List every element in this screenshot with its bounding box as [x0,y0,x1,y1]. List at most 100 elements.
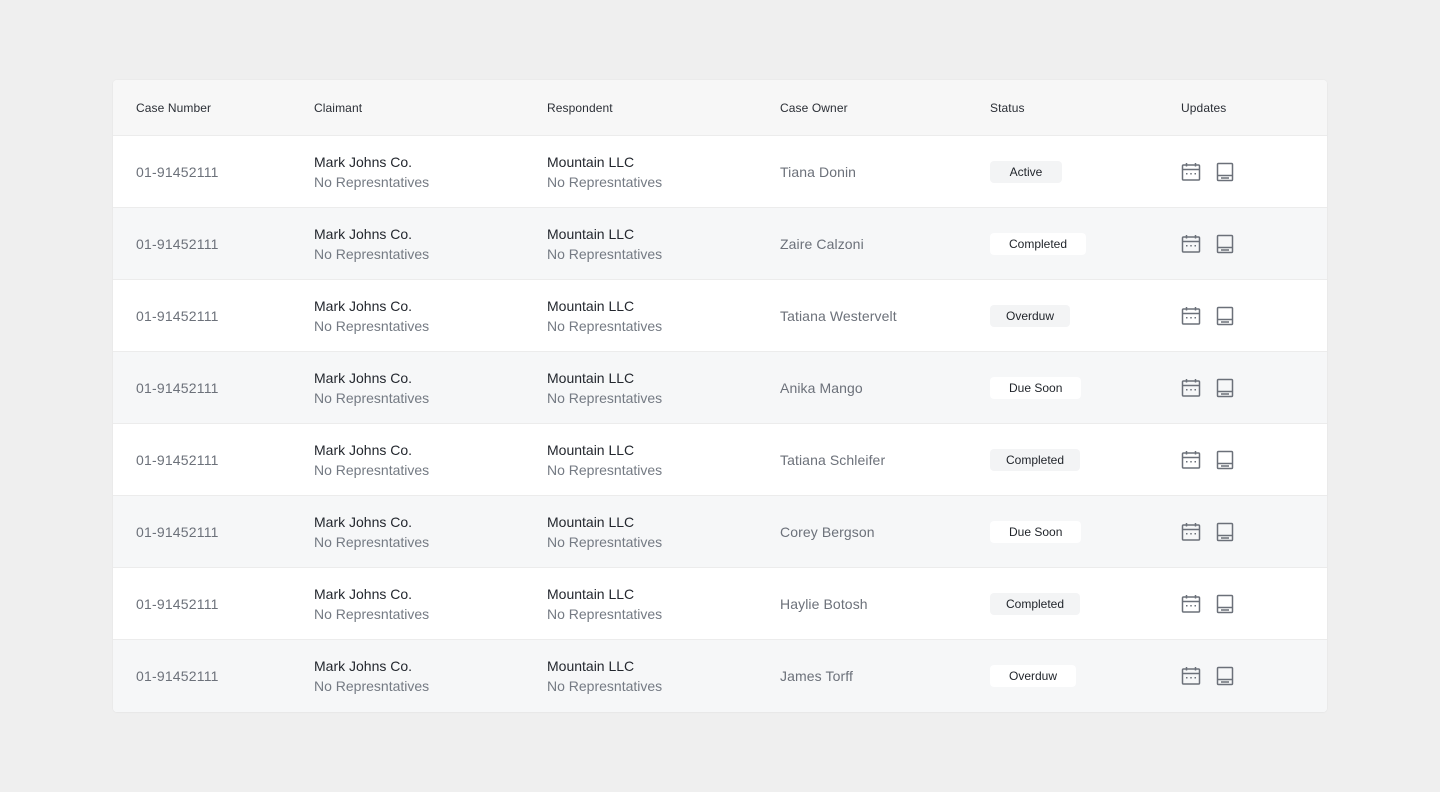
claimant-cell: Mark Johns Co. No Represntatives [314,656,547,696]
claimant-cell: Mark Johns Co. No Represntatives [314,584,547,624]
notes-icon[interactable] [1215,594,1235,614]
respondent-name: Mountain LLC [547,441,635,458]
status-badge: Overduw [990,304,1071,327]
notes-icon[interactable] [1215,666,1235,686]
respondent-cell: Mountain LLC No Represntatives [547,224,780,264]
claimant-name: Mark Johns Co. [314,441,413,458]
calendar-icon[interactable] [1181,522,1201,542]
calendar-icon[interactable] [1181,378,1201,398]
claimant-name: Mark Johns Co. [314,658,413,674]
updates-cell [1181,234,1327,254]
respondent-representatives: No Represntatives [547,678,663,694]
notes-icon[interactable] [1215,378,1235,398]
notes-icon[interactable] [1215,306,1235,326]
case-owner: James Torff [780,668,853,684]
status-badge: Completed [990,448,1081,471]
status-badge: Completed [990,592,1081,615]
status-cell: Due Soon [990,520,1181,543]
calendar-icon[interactable] [1181,234,1201,254]
status-cell: Completed [990,448,1181,471]
status-badge: Due Soon [990,520,1082,543]
table-header: Case Number Claimant Respondent Case Own… [113,80,1327,136]
cases-table: Case Number Claimant Respondent Case Own… [113,80,1327,712]
respondent-cell: Mountain LLC No Represntatives [547,512,780,552]
respondent-representatives: No Represntatives [547,173,663,190]
status-badge: Active [990,160,1062,183]
respondent-name: Mountain LLC [547,513,635,530]
header-status[interactable]: Status [990,101,1181,115]
case-number[interactable]: 01-91452111 [113,452,314,468]
case-owner: Haylie Botosh [780,595,868,612]
respondent-representatives: No Represntatives [547,533,663,550]
respondent-name: Mountain LLC [547,225,635,242]
respondent-name: Mountain LLC [547,297,635,314]
respondent-representatives: No Represntatives [547,317,663,334]
header-case-number[interactable]: Case Number [113,101,314,115]
notes-icon[interactable] [1215,162,1235,182]
respondent-representatives: No Represntatives [547,461,663,478]
table-row[interactable]: 01-91452111 Mark Johns Co. No Represntat… [113,280,1327,352]
case-number[interactable]: 01-91452111 [113,308,314,324]
header-case-owner[interactable]: Case Owner [780,101,990,115]
table-row[interactable]: 01-91452111 Mark Johns Co. No Represntat… [113,136,1327,208]
status-cell: Completed [990,232,1181,255]
claimant-name: Mark Johns Co. [314,585,413,602]
claimant-cell: Mark Johns Co. No Represntatives [314,512,547,552]
table-row[interactable]: 01-91452111 Mark Johns Co. No Represntat… [113,424,1327,496]
case-owner: Tatiana Westervelt [780,307,897,324]
case-number[interactable]: 01-91452111 [113,524,314,540]
header-claimant[interactable]: Claimant [314,101,547,115]
table-row[interactable]: 01-91452111 Mark Johns Co. No Represntat… [113,208,1327,280]
case-owner: Zaire Calzoni [780,235,864,252]
case-number[interactable]: 01-91452111 [113,596,314,612]
claimant-cell: Mark Johns Co. No Represntatives [314,440,547,480]
claimant-representatives: No Represntatives [314,317,430,334]
case-number[interactable]: 01-91452111 [113,236,314,252]
case-number[interactable]: 01-91452111 [113,668,314,684]
status-cell: Due Soon [990,376,1181,399]
calendar-icon[interactable] [1181,666,1201,686]
status-cell: Active [990,160,1181,183]
table-row[interactable]: 01-91452111 Mark Johns Co. No Represntat… [113,352,1327,424]
calendar-icon[interactable] [1181,594,1201,614]
case-owner: Corey Bergson [780,523,875,540]
header-respondent[interactable]: Respondent [547,101,780,115]
table-row[interactable]: 01-91452111 Mark Johns Co. No Represntat… [113,496,1327,568]
claimant-name: Mark Johns Co. [314,153,413,170]
table-row[interactable]: 01-91452111 Mark Johns Co. No Represntat… [113,640,1327,712]
status-cell: Overduw [990,665,1181,687]
table-row[interactable]: 01-91452111 Mark Johns Co. No Represntat… [113,568,1327,640]
respondent-name: Mountain LLC [547,658,635,674]
calendar-icon[interactable] [1181,162,1201,182]
respondent-name: Mountain LLC [547,153,635,170]
respondent-cell: Mountain LLC No Represntatives [547,296,780,336]
respondent-cell: Mountain LLC No Represntatives [547,440,780,480]
updates-cell [1181,378,1327,398]
case-owner: Tatiana Schleifer [780,451,886,468]
claimant-name: Mark Johns Co. [314,369,413,386]
claimant-name: Mark Johns Co. [314,225,413,242]
respondent-cell: Mountain LLC No Represntatives [547,368,780,408]
notes-icon[interactable] [1215,234,1235,254]
notes-icon[interactable] [1215,450,1235,470]
calendar-icon[interactable] [1181,306,1201,326]
notes-icon[interactable] [1215,522,1235,542]
calendar-icon[interactable] [1181,450,1201,470]
claimant-cell: Mark Johns Co. No Represntatives [314,296,547,336]
updates-cell [1181,594,1327,614]
claimant-representatives: No Represntatives [314,173,430,190]
respondent-name: Mountain LLC [547,369,635,386]
updates-cell [1181,306,1327,326]
respondent-representatives: No Represntatives [547,605,663,622]
case-number[interactable]: 01-91452111 [113,164,314,180]
respondent-cell: Mountain LLC No Represntatives [547,584,780,624]
respondent-name: Mountain LLC [547,585,635,602]
claimant-representatives: No Represntatives [314,245,430,262]
status-badge: Overduw [990,665,1077,687]
case-number[interactable]: 01-91452111 [113,380,314,396]
respondent-representatives: No Represntatives [547,245,663,262]
claimant-representatives: No Represntatives [314,678,430,694]
respondent-cell: Mountain LLC No Represntatives [547,152,780,192]
table-body: 01-91452111 Mark Johns Co. No Represntat… [113,136,1327,712]
case-owner: Tiana Donin [780,163,857,180]
